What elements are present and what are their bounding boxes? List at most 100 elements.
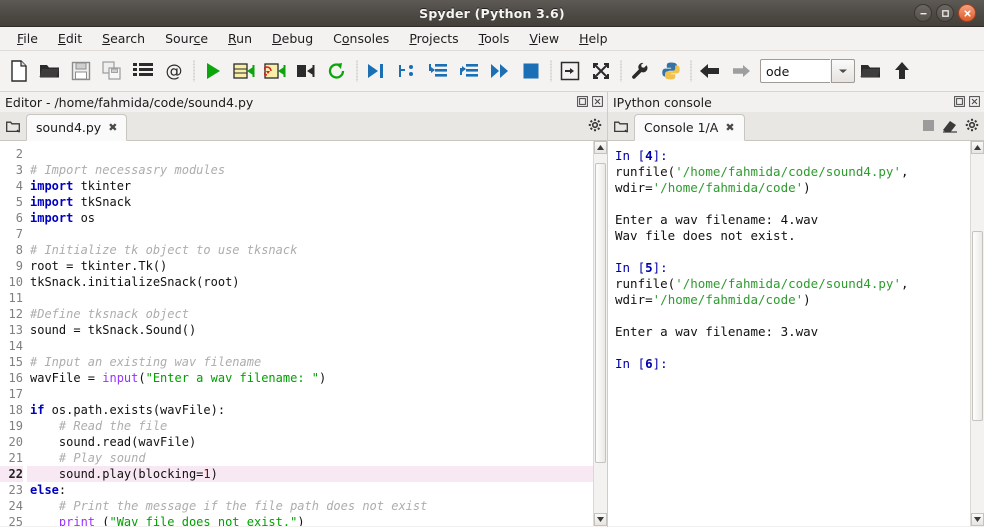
browse-directory-icon[interactable]: [856, 55, 886, 87]
menu-help[interactable]: Help: [570, 28, 617, 49]
file-switcher-icon[interactable]: [128, 55, 158, 87]
maximize-button[interactable]: [936, 4, 954, 22]
editor-scroll-up-arrow[interactable]: [594, 141, 607, 154]
line-number-14: 14: [0, 338, 23, 354]
close-editor-pane-button[interactable]: [591, 95, 603, 107]
console-options-gear-icon[interactable]: [965, 118, 980, 136]
configure-run-icon[interactable]: [555, 55, 585, 87]
maximize-pane-icon[interactable]: [586, 55, 616, 87]
working-directory-dropdown-button[interactable]: [831, 59, 855, 83]
menu-tools[interactable]: Tools: [470, 28, 519, 49]
run-file-icon[interactable]: [198, 55, 228, 87]
code-line-6[interactable]: import os: [27, 210, 593, 226]
console-tab-close-icon[interactable]: ✖: [725, 121, 734, 134]
code-line-12[interactable]: #Define tksnack object: [27, 306, 593, 322]
token-pl: (: [138, 371, 145, 385]
code-line-7[interactable]: [27, 226, 593, 242]
code-line-3[interactable]: # Import necessasry modules: [27, 162, 593, 178]
console-token-str: '/home/fahmida/code/sound4.py': [675, 276, 901, 291]
menu-debug[interactable]: Debug: [263, 28, 322, 49]
code-line-23[interactable]: else:: [27, 482, 593, 498]
undock-console-button[interactable]: [953, 95, 965, 107]
code-line-17[interactable]: [27, 386, 593, 402]
step-into-icon[interactable]: [423, 55, 453, 87]
code-line-4[interactable]: import tkinter: [27, 178, 593, 194]
editor-scroll-down-arrow[interactable]: [594, 513, 607, 526]
console-transcript[interactable]: In [4]: runfile('/home/fahmida/code/soun…: [608, 141, 970, 526]
run-cell-icon[interactable]: [229, 55, 259, 87]
open-file-icon[interactable]: [35, 55, 65, 87]
console-scroll-down-arrow[interactable]: [971, 513, 984, 526]
menu-view[interactable]: View: [520, 28, 568, 49]
save-file-icon[interactable]: [66, 55, 96, 87]
editor-dock-buttons: [576, 95, 603, 107]
code-line-2[interactable]: [27, 146, 593, 162]
remove-all-variables-icon[interactable]: [942, 119, 958, 136]
save-all-icon[interactable]: [97, 55, 127, 87]
close-button[interactable]: [958, 4, 976, 22]
code-line-20[interactable]: sound.read(wavFile): [27, 434, 593, 450]
menu-consoles[interactable]: Consoles: [324, 28, 398, 49]
continue-icon[interactable]: [485, 55, 515, 87]
code-line-21[interactable]: # Play sound: [27, 450, 593, 466]
forward-icon[interactable]: [726, 55, 756, 87]
menu-edit[interactable]: Edit: [49, 28, 91, 49]
console-tab-console-1a[interactable]: Console 1/A ✖: [634, 114, 745, 141]
code-line-18[interactable]: if os.path.exists(wavFile):: [27, 402, 593, 418]
code-line-5[interactable]: import tkSnack: [27, 194, 593, 210]
code-line-19[interactable]: # Read the file: [27, 418, 593, 434]
code-line-22[interactable]: sound.play(blocking=1): [27, 466, 593, 482]
run-selection-icon[interactable]: [291, 55, 321, 87]
editor-vertical-scrollbar[interactable]: [593, 141, 607, 526]
menu-projects[interactable]: Projects: [400, 28, 467, 49]
parent-directory-icon[interactable]: [887, 55, 917, 87]
token-bi: input: [102, 371, 138, 385]
editor-code-text[interactable]: # Import necessasry modulesimport tkinte…: [27, 141, 593, 526]
token-pl: wavFile =: [30, 371, 102, 385]
editor-scrollbar-thumb[interactable]: [595, 163, 606, 463]
code-line-15[interactable]: # Input an existing wav filename: [27, 354, 593, 370]
rerun-file-icon[interactable]: [322, 55, 352, 87]
menu-file[interactable]: File: [8, 28, 47, 49]
pythonpath-icon[interactable]: [656, 55, 686, 87]
browse-tabs-icon[interactable]: [608, 113, 634, 140]
console-vertical-scrollbar[interactable]: [970, 141, 984, 526]
code-line-25[interactable]: print ("Wav file does not exist."): [27, 514, 593, 526]
console-output-area[interactable]: In [4]: runfile('/home/fahmida/code/soun…: [608, 141, 984, 526]
code-line-13[interactable]: sound = tkSnack.Sound(): [27, 322, 593, 338]
code-line-14[interactable]: [27, 338, 593, 354]
editor-options-gear-icon[interactable]: [588, 118, 603, 136]
back-icon[interactable]: [695, 55, 725, 87]
code-line-10[interactable]: tkSnack.initializeSnack(root): [27, 274, 593, 290]
run-cell-advance-icon[interactable]: [260, 55, 290, 87]
new-file-icon[interactable]: [4, 55, 34, 87]
line-number-21: 21: [0, 450, 23, 466]
interrupt-kernel-icon[interactable]: [922, 119, 935, 135]
undock-editor-button[interactable]: [576, 95, 588, 107]
preferences-icon[interactable]: [625, 55, 655, 87]
console-scrollbar-thumb[interactable]: [972, 231, 983, 421]
code-line-24[interactable]: # Print the message if the file path doe…: [27, 498, 593, 514]
editor-tab-sound4py[interactable]: sound4.py ✖: [26, 114, 127, 141]
code-editor-area[interactable]: 2345678910111213141516171819202122232425…: [0, 141, 607, 526]
code-line-9[interactable]: root = tkinter.Tk(): [27, 258, 593, 274]
step-return-icon[interactable]: [454, 55, 484, 87]
token-pl: root = tkinter.Tk(): [30, 259, 167, 273]
editor-tab-close-icon[interactable]: ✖: [108, 121, 117, 134]
menu-run[interactable]: Run: [219, 28, 261, 49]
code-line-11[interactable]: [27, 290, 593, 306]
menu-source[interactable]: Source: [156, 28, 217, 49]
stop-debug-icon[interactable]: [516, 55, 546, 87]
find-symbol-icon[interactable]: @: [159, 55, 189, 87]
browse-tabs-icon[interactable]: [0, 113, 26, 140]
line-number-12: 12: [0, 306, 23, 322]
minimize-button[interactable]: [914, 4, 932, 22]
step-over-icon[interactable]: [392, 55, 422, 87]
close-console-pane-button[interactable]: [968, 95, 980, 107]
code-line-8[interactable]: # Initialize tk object to use tksnack: [27, 242, 593, 258]
console-scroll-up-arrow[interactable]: [971, 141, 984, 154]
working-directory-input[interactable]: ode: [760, 59, 830, 83]
menu-search[interactable]: Search: [93, 28, 154, 49]
debug-file-icon[interactable]: [361, 55, 391, 87]
code-line-16[interactable]: wavFile = input("Enter a wav filename: "…: [27, 370, 593, 386]
